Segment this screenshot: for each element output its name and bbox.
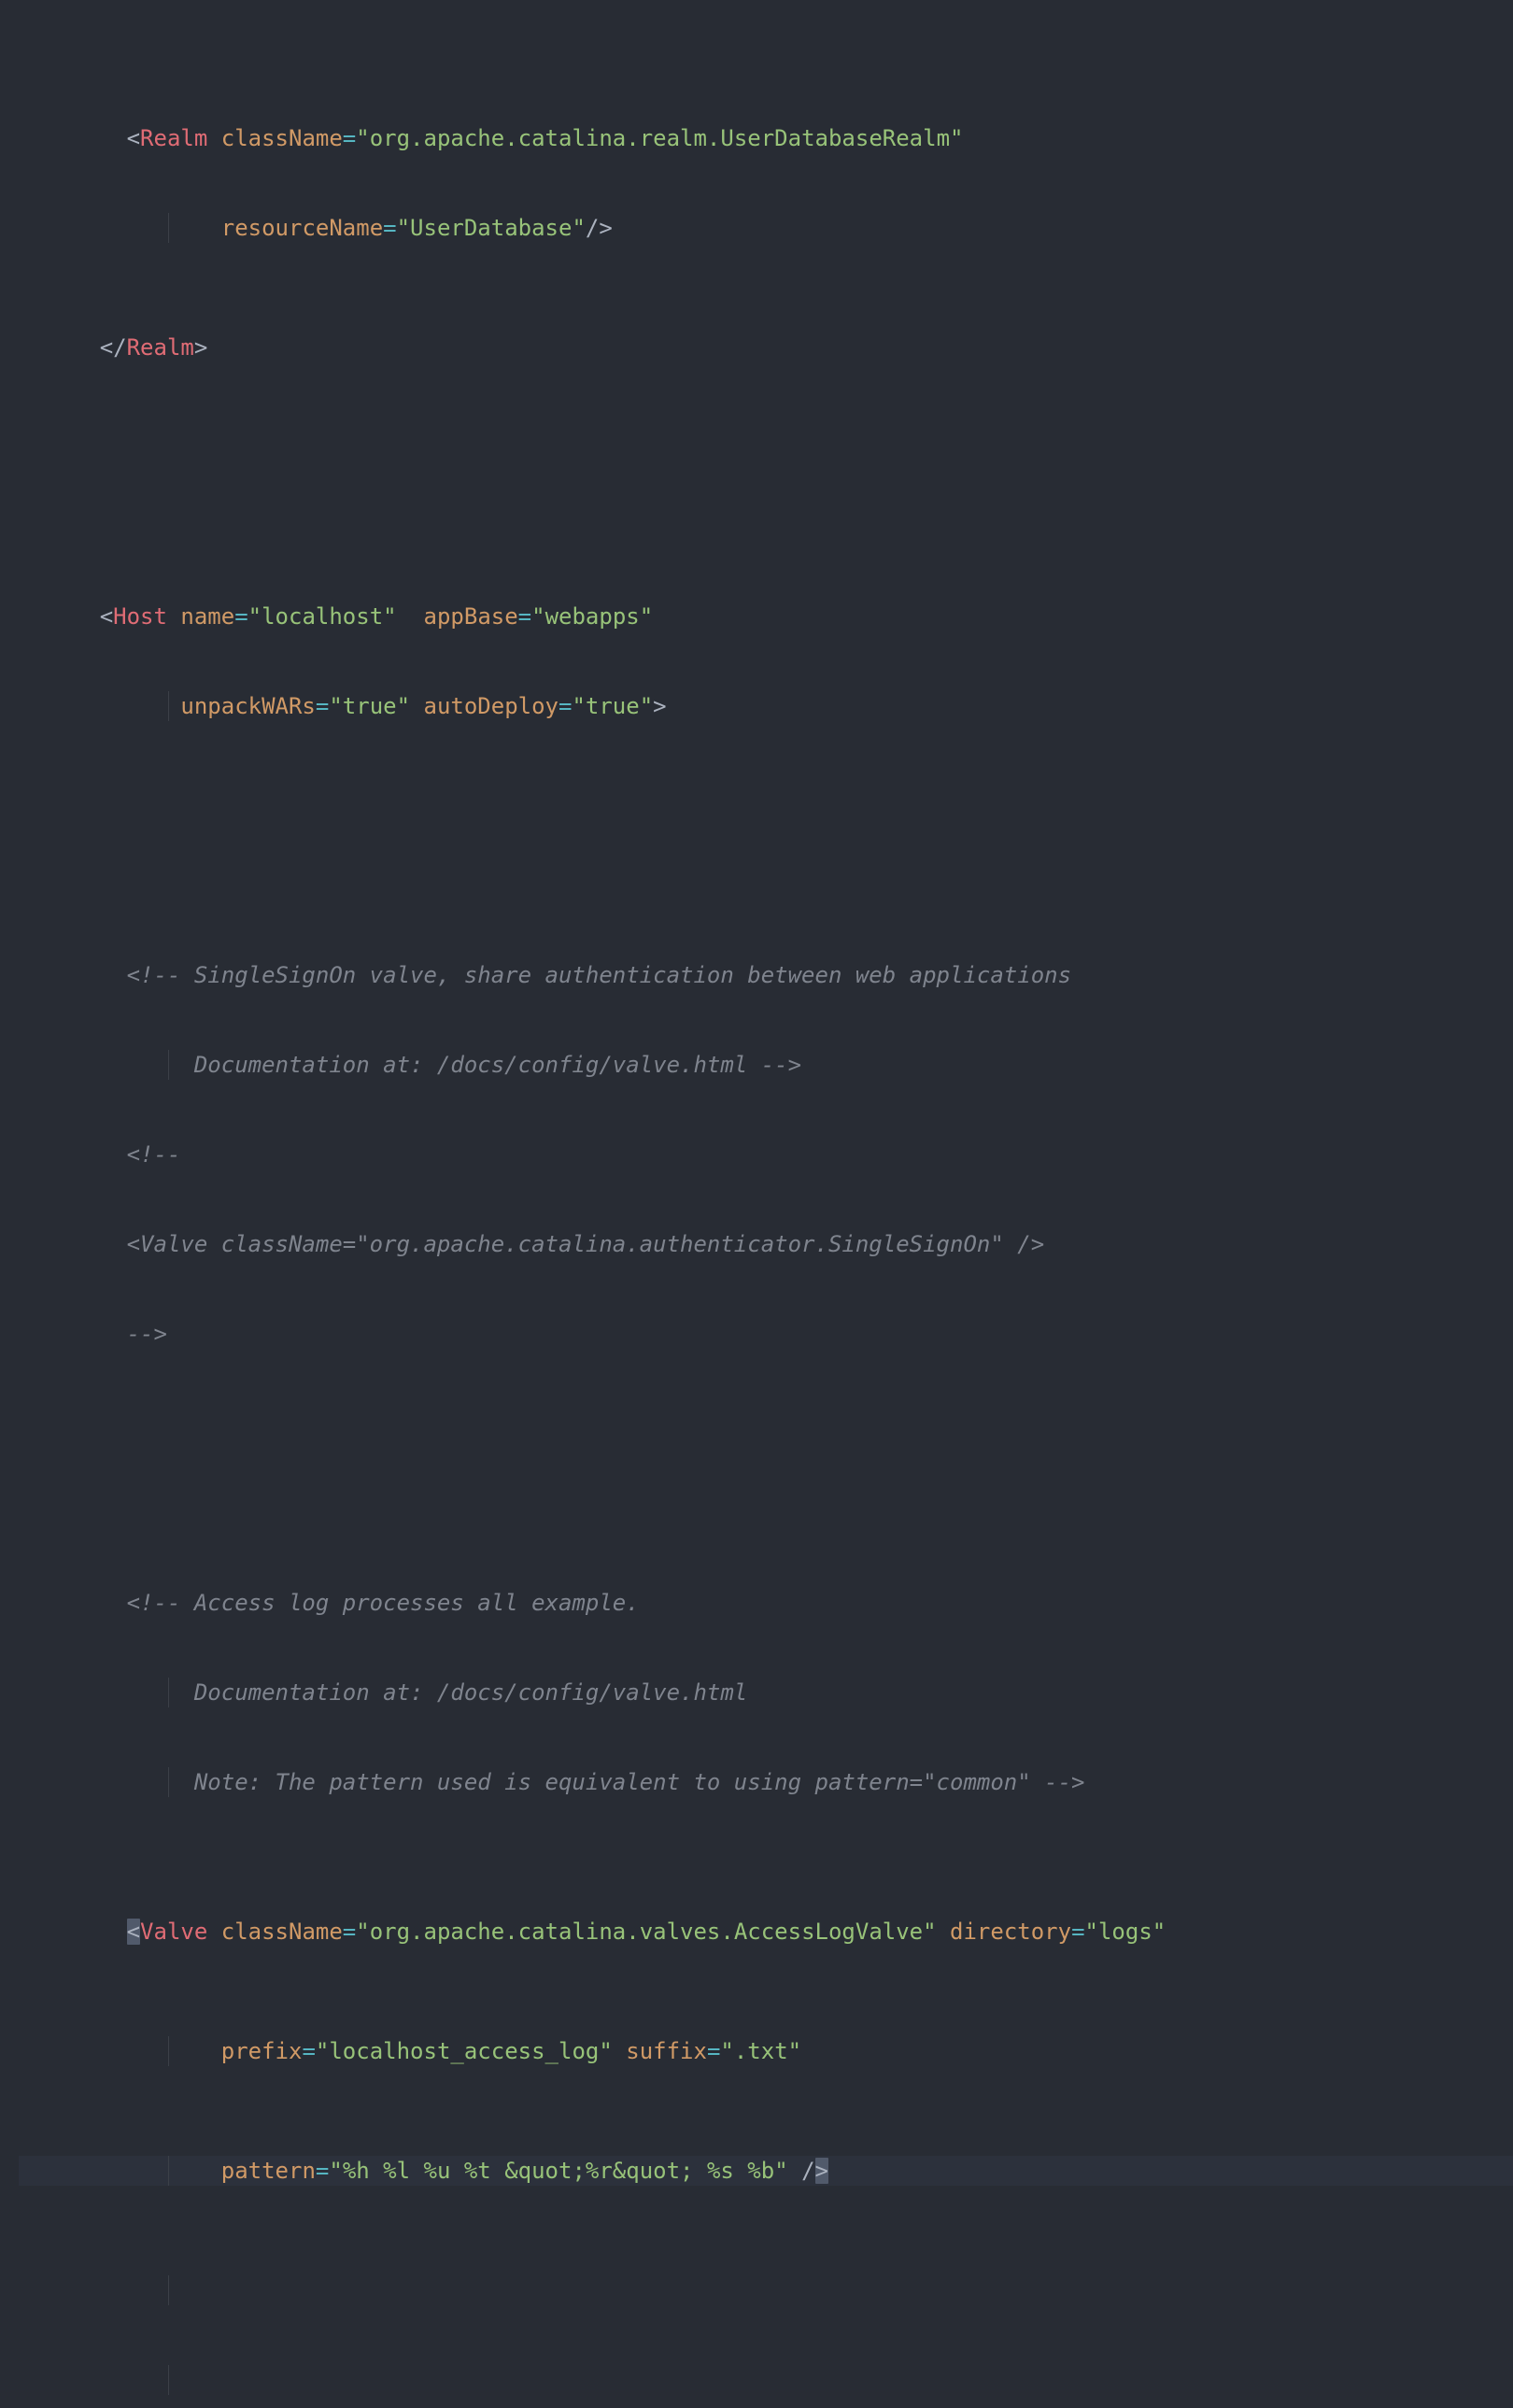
angle-open: < (127, 125, 140, 151)
angle-close: > (653, 693, 666, 719)
comment-al-1: <!-- Access log processes all example. (127, 1590, 640, 1616)
quote: " (720, 2038, 733, 2064)
equals: = (302, 2038, 315, 2064)
bracket-highlight-close: > (815, 2158, 828, 2184)
attr-appBase: appBase (424, 603, 518, 630)
quote: " (383, 603, 396, 630)
attr-pattern: pattern (221, 2158, 316, 2184)
code-line: unpackWARs="true" autoDeploy="true"> (19, 691, 1513, 721)
equals: = (518, 603, 531, 630)
comment-line: <!-- (19, 1140, 1513, 1169)
comment-valve: <Valve className="org.apache.catalina.au… (127, 1231, 1045, 1257)
angle-close: > (194, 334, 207, 361)
comment-line: Documentation at: /docs/config/valve.htm… (19, 1050, 1513, 1080)
quote: " (248, 603, 262, 630)
equals: = (1071, 1919, 1084, 1945)
attr-autoDeploy: autoDeploy (424, 693, 559, 719)
comment-line: <!-- SingleSignOn valve, share authentic… (19, 960, 1513, 990)
equals: = (559, 693, 572, 719)
val-prefix: localhost_access_log (329, 2038, 599, 2064)
quote: " (1085, 1919, 1098, 1945)
comment-sso-2: Documentation at: /docs/config/valve.htm… (127, 1052, 801, 1078)
equals: = (707, 2038, 720, 2064)
code-line: resourceName="UserDatabase"/> (19, 213, 1513, 243)
attr-name: name (180, 603, 234, 630)
comment-line: --> (19, 1319, 1513, 1349)
quote: " (397, 215, 410, 241)
val-appBase: webapps (545, 603, 640, 630)
comment-al-2: Documentation at: /docs/config/valve.htm… (127, 1679, 748, 1706)
attr-directory: directory (950, 1919, 1071, 1945)
val-pattern: %h %l %u %t &quot;%r&quot; %s %b (343, 2158, 774, 2184)
val-suffix: .txt (734, 2038, 788, 2064)
equals: = (383, 215, 396, 241)
comment-open: <!-- (127, 1141, 181, 1168)
quote: " (329, 2158, 342, 2184)
blank-line (19, 2275, 1513, 2305)
attr-prefix: prefix (221, 2038, 303, 2064)
equals: = (316, 693, 329, 719)
quote: " (774, 2158, 787, 2184)
tag-realm-close: Realm (127, 334, 194, 361)
val-unpackWARs: true (343, 693, 397, 719)
attr-suffix: suffix (626, 2038, 707, 2064)
val-valve-class: org.apache.catalina.valves.AccessLogValv… (370, 1919, 923, 1945)
comment-line: <!-- Access log processes all example. (19, 1588, 1513, 1618)
val-resourceName: UserDatabase (410, 215, 572, 241)
code-line: <Valve className="org.apache.catalina.va… (19, 1917, 1513, 1947)
code-line: <Host name="localhost" appBase="webapps" (19, 602, 1513, 631)
comment-sso-1: <!-- SingleSignOn valve, share authentic… (127, 962, 1071, 988)
quote: " (329, 693, 342, 719)
code-line: <Realm className="org.apache.catalina.re… (19, 123, 1513, 153)
comment-line: Documentation at: /docs/config/valve.htm… (19, 1678, 1513, 1707)
attr-unpackWARs: unpackWARs (180, 693, 316, 719)
quote: " (356, 1919, 369, 1945)
code-editor[interactable]: <Realm className="org.apache.catalina.re… (0, 0, 1513, 2408)
equals: = (316, 2158, 329, 2184)
quote: " (397, 693, 410, 719)
code-line: prefix="localhost_access_log" suffix=".t… (19, 2036, 1513, 2066)
attr-resourceName: resourceName (221, 215, 383, 241)
equals: = (343, 1919, 356, 1945)
comment-line: Note: The pattern used is equivalent to … (19, 1767, 1513, 1797)
comment-close: --> (127, 1321, 167, 1347)
tag-realm: Realm (140, 125, 207, 151)
quote: " (356, 125, 369, 151)
equals: = (343, 125, 356, 151)
quote: " (923, 1919, 936, 1945)
quote: " (316, 2038, 329, 2064)
quote: " (531, 603, 544, 630)
self-close: /> (586, 215, 613, 241)
quote: " (599, 2038, 612, 2064)
code-line-active: pattern="%h %l %u %t &quot;%r&quot; %s %… (19, 2156, 1513, 2186)
slash: / (801, 2158, 814, 2184)
quote: " (950, 125, 963, 151)
val-directory: logs (1098, 1919, 1152, 1945)
tag-host: Host (113, 603, 167, 630)
attr-className: className (221, 1919, 343, 1945)
quote: " (640, 693, 653, 719)
val-realm-class: org.apache.catalina.realm.UserDatabaseRe… (370, 125, 950, 151)
code-line: </Realm> (19, 333, 1513, 362)
attr-className: className (221, 125, 343, 151)
comment-al-3: Note: The pattern used is equivalent to … (127, 1769, 1085, 1795)
comment-line: <Valve className="org.apache.catalina.au… (19, 1229, 1513, 1259)
quote: " (572, 693, 585, 719)
equals: = (234, 603, 247, 630)
blank-line (19, 811, 1513, 841)
quote: " (640, 603, 653, 630)
val-hostname: localhost (262, 603, 383, 630)
blank-line (19, 1438, 1513, 1468)
quote: " (1152, 1919, 1166, 1945)
close-open: </ (100, 334, 127, 361)
quote: " (788, 2038, 801, 2064)
blank-line (19, 452, 1513, 482)
bracket-highlight-open: < (127, 1919, 140, 1945)
blank-line (19, 2365, 1513, 2395)
tag-valve: Valve (140, 1919, 207, 1945)
val-autoDeploy: true (586, 693, 640, 719)
quote: " (572, 215, 585, 241)
angle-open: < (100, 603, 113, 630)
